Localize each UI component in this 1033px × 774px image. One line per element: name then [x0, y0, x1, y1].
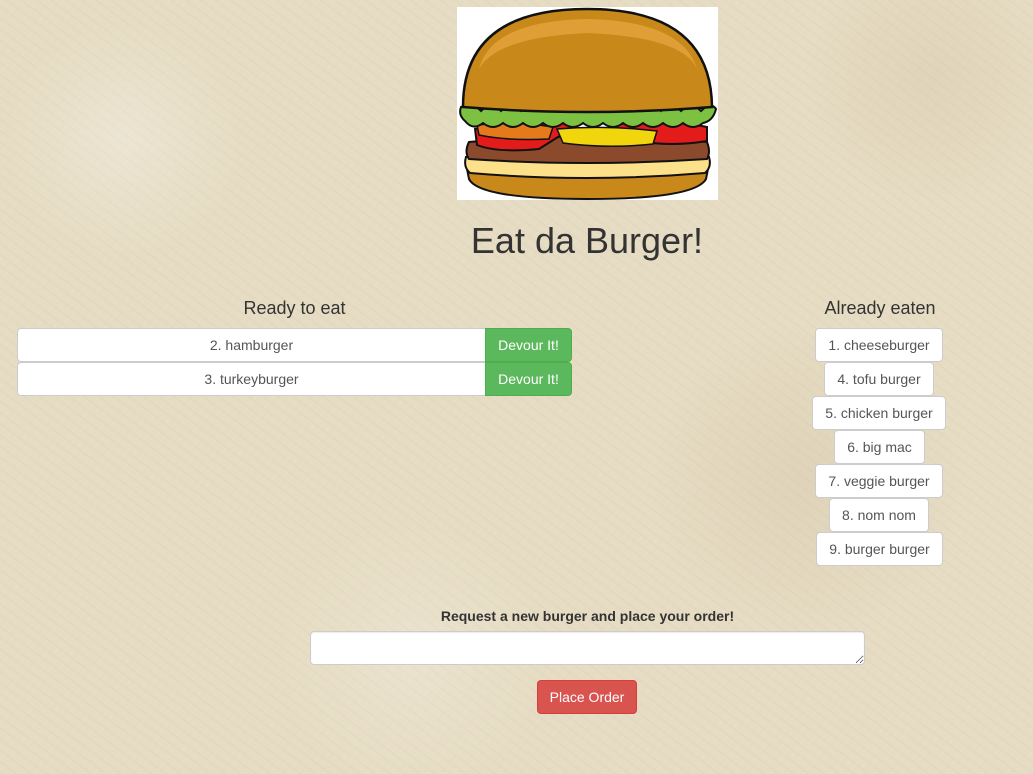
ready-burger-row: 2. hamburger Devour It!: [17, 328, 572, 362]
ready-burger-name: 2. hamburger: [17, 328, 485, 362]
eaten-burger-item: 6. big mac: [834, 430, 925, 464]
devour-button[interactable]: Devour It!: [485, 362, 572, 396]
ready-burger-name: 3. turkeyburger: [17, 362, 485, 396]
page-title: Eat da Burger!: [470, 220, 704, 261]
eaten-burger-item: 1. cheeseburger: [815, 328, 943, 362]
eaten-burger-item: 7. veggie burger: [815, 464, 943, 498]
place-order-button[interactable]: Place Order: [537, 680, 637, 714]
eaten-burger-item: 4. tofu burger: [824, 362, 934, 396]
eaten-burger-item: 5. chicken burger: [812, 396, 946, 430]
burger-logo: [457, 7, 718, 200]
ready-to-eat-heading: Ready to eat: [243, 298, 346, 318]
eaten-burger-item: 9. burger burger: [816, 532, 943, 566]
new-burger-input[interactable]: [310, 631, 865, 665]
ready-burger-row: 3. turkeyburger Devour It!: [17, 362, 572, 396]
burger-icon: [459, 7, 718, 200]
devour-button[interactable]: Devour It!: [485, 328, 572, 362]
already-eaten-heading: Already eaten: [824, 298, 936, 318]
eaten-burger-item: 8. nom nom: [829, 498, 929, 532]
new-burger-label: Request a new burger and place your orde…: [440, 608, 735, 624]
